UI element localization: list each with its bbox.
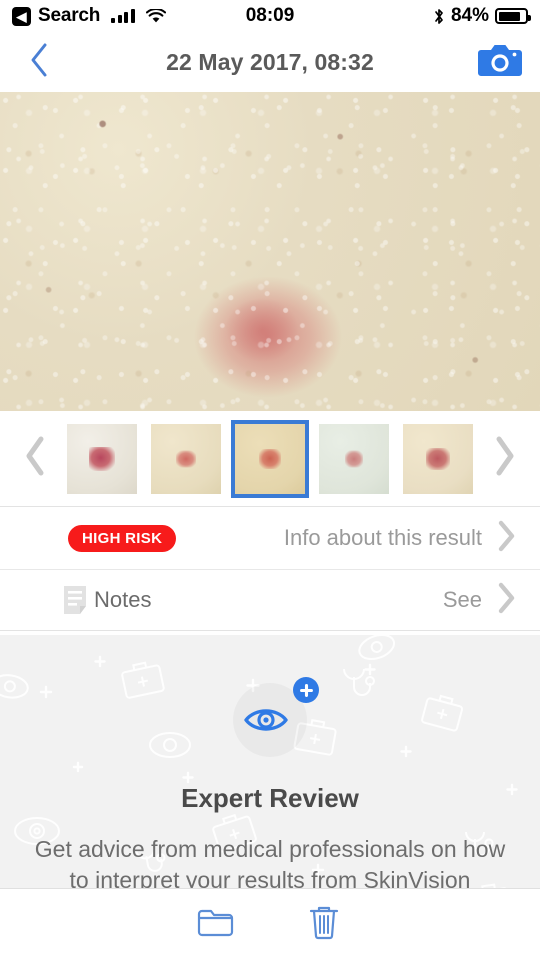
wifi-icon [145, 8, 166, 24]
cellular-signal-icon [111, 9, 135, 23]
thumbnail-item[interactable] [319, 423, 389, 494]
chevron-right-icon [496, 518, 518, 559]
thumbnail-lesion [89, 446, 115, 471]
result-info-label: Info about this result [283, 525, 482, 550]
delete-button[interactable] [296, 897, 352, 953]
thumbnail-lesion [259, 448, 281, 469]
status-bar: ◀ Search 08:09 84% [0, 0, 540, 32]
trash-icon [307, 903, 341, 946]
camera-icon [477, 41, 523, 84]
bluetooth-icon [433, 7, 445, 26]
thumbnail-lesion [345, 450, 363, 467]
notes-row[interactable]: Notes See [0, 569, 540, 631]
back-to-app-icon[interactable]: ◀ [12, 6, 31, 26]
lesion-photo[interactable] [0, 92, 540, 411]
camera-button[interactable] [476, 38, 524, 86]
back-button[interactable] [16, 39, 62, 85]
thumbnail-item[interactable] [67, 423, 137, 494]
result-info-row[interactable]: HIGH RISK Info about this result [0, 507, 540, 569]
thumbnail-item-selected[interactable] [231, 419, 309, 498]
status-badge: HIGH RISK [68, 524, 177, 552]
chevron-right-icon [496, 580, 518, 621]
chevron-right-icon [492, 434, 518, 483]
battery-percentage: 84% [450, 5, 489, 26]
notes-action-label: See [442, 587, 482, 612]
thumbnail-prev-button[interactable] [17, 429, 53, 489]
back-to-app-label[interactable]: Search [38, 5, 100, 27]
chevron-left-icon [28, 42, 50, 83]
navigation-bar: 22 May 2017, 08:32 [0, 32, 540, 92]
thumbnail-item[interactable] [151, 423, 221, 494]
bottom-toolbar [0, 888, 540, 960]
expert-review-content: Expert Review Get advice from medical pr… [0, 635, 540, 897]
status-bar-left: ◀ Search [12, 5, 166, 27]
folder-icon [197, 906, 235, 943]
thumbnail-lesion [176, 450, 196, 467]
status-bar-right: 84% [433, 5, 531, 27]
thumbnail-item[interactable] [403, 423, 473, 494]
skin-spots-layer [0, 92, 540, 411]
eye-plus-icon [233, 677, 319, 757]
battery-icon [495, 8, 531, 24]
expert-review-title: Expert Review [181, 783, 359, 813]
result-info-right: Info about this result [284, 518, 518, 559]
thumbnail-strip [0, 411, 540, 507]
thumbnail-next-button[interactable] [487, 429, 523, 489]
chevron-left-icon [22, 434, 48, 483]
notes-label: Notes [94, 587, 152, 612]
notes-icon [62, 584, 92, 616]
plus-icon [293, 677, 319, 703]
notes-right: See [443, 580, 518, 621]
thumbnail-lesion [426, 447, 450, 470]
page-title: 22 May 2017, 08:32 [166, 48, 374, 75]
move-to-folder-button[interactable] [188, 897, 244, 953]
